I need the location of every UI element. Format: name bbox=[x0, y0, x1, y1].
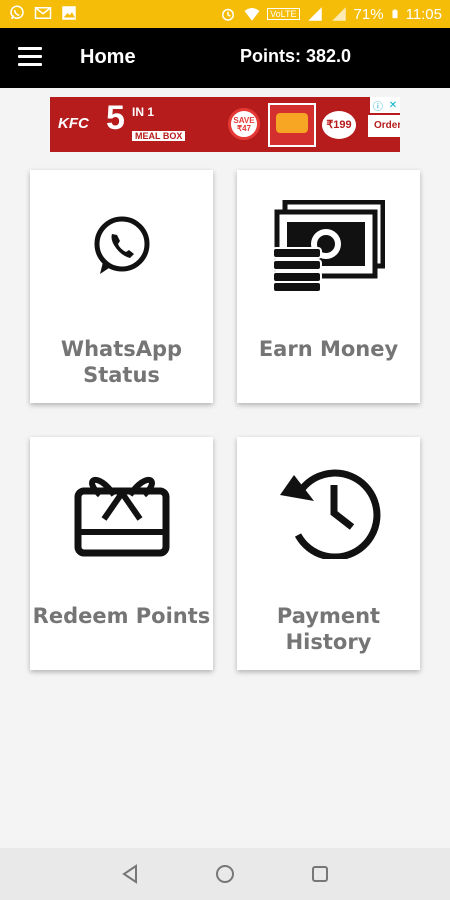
gift-card-icon bbox=[74, 476, 169, 557]
points-balance: Points: 382.0 bbox=[240, 46, 352, 66]
history-icon bbox=[279, 469, 380, 559]
close-icon[interactable]: ✕ bbox=[389, 100, 397, 111]
ad-brand: KFC bbox=[58, 115, 89, 132]
notification-icons bbox=[8, 4, 78, 22]
system-status: VoLTE 71% 11:05 bbox=[219, 0, 442, 28]
ad-food-image bbox=[268, 103, 316, 147]
wifi-icon bbox=[244, 8, 260, 21]
alarm-icon bbox=[222, 8, 235, 21]
status-bar: VoLTE 71% 11:05 bbox=[0, 0, 450, 28]
money-icon bbox=[272, 200, 385, 292]
ad-headline-number: 5 bbox=[106, 99, 125, 137]
card-label-line1: WhatsApp bbox=[60, 337, 183, 361]
ad-choices[interactable]: ⓘ ✕ bbox=[370, 97, 400, 113]
ad-price: ₹199 bbox=[322, 111, 356, 139]
home-icon[interactable] bbox=[213, 862, 237, 886]
whatsapp-icon bbox=[10, 5, 24, 20]
menu-icon[interactable] bbox=[18, 47, 42, 69]
card-label-line2: Status bbox=[83, 363, 160, 387]
whatsapp-status-card[interactable]: WhatsApp Status bbox=[30, 170, 213, 403]
ad-order-button[interactable]: Order Now bbox=[368, 115, 400, 137]
battery-percent: 71% bbox=[353, 5, 384, 23]
whatsapp-icon bbox=[94, 216, 149, 274]
gmail-icon bbox=[34, 7, 52, 19]
card-label-line1: Redeem Points bbox=[32, 604, 211, 628]
earn-money-card[interactable]: Earn Money bbox=[237, 170, 420, 403]
card-label-line1: Payment bbox=[276, 604, 381, 628]
ad-headline-in1: IN 1 bbox=[132, 105, 155, 119]
card-label-line2: History bbox=[285, 630, 372, 654]
card-label-line1: Earn Money bbox=[258, 337, 399, 361]
back-icon[interactable] bbox=[118, 862, 142, 886]
recents-icon[interactable] bbox=[308, 862, 332, 886]
app-bar: Home Points: 382.0 bbox=[0, 28, 450, 88]
clock: 11:05 bbox=[405, 5, 442, 23]
page-title: Home bbox=[80, 46, 136, 68]
battery-icon bbox=[392, 9, 398, 19]
ad-meal-box: MEAL BOX bbox=[132, 131, 186, 141]
signal-icon bbox=[307, 7, 322, 21]
redeem-points-card[interactable]: Redeem Points bbox=[30, 437, 213, 670]
ad-banner[interactable]: KFC 5 IN 1 MEAL BOX SAVE ₹47 ₹199 Order … bbox=[50, 97, 400, 152]
payment-history-card[interactable]: Payment History bbox=[237, 437, 420, 670]
system-nav-bar bbox=[0, 848, 450, 900]
signal-icon bbox=[331, 7, 346, 21]
ad-save-badge: SAVE ₹47 bbox=[228, 108, 260, 140]
network-type: VoLTE bbox=[267, 8, 300, 20]
info-icon[interactable]: ⓘ bbox=[373, 98, 383, 113]
image-icon bbox=[62, 6, 76, 20]
